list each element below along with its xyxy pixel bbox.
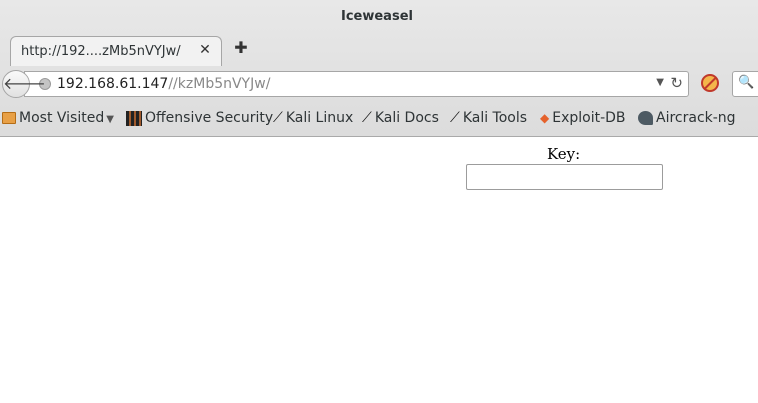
bookmark-label: Aircrack-ng: [656, 110, 736, 126]
noscript-icon[interactable]: [701, 74, 719, 92]
url-bar[interactable]: 192.168.61.147//kzMb5nVYJw/ ▼ ↻: [24, 71, 689, 97]
close-icon[interactable]: ✕: [197, 42, 213, 58]
kali-dragon-icon: ⟋: [450, 110, 460, 126]
tab-active[interactable]: http://192....zMb5nVYJw/ ✕: [10, 36, 222, 66]
kali-dragon-icon: ⟋: [362, 110, 372, 126]
back-arrow-icon: 🡐: [3, 74, 46, 93]
chevron-down-icon: ▼: [106, 114, 114, 125]
aircrack-icon: [638, 111, 653, 125]
key-label: Key:: [547, 145, 581, 163]
back-button[interactable]: 🡐: [2, 70, 46, 98]
bookmark-offensive-security[interactable]: Offensive Security: [126, 110, 273, 130]
offsec-icon: [126, 110, 142, 126]
window-title: Iceweasel: [341, 9, 413, 24]
search-box[interactable]: 🔍: [732, 71, 758, 97]
url-text: 192.168.61.147//kzMb5nVYJw/: [57, 76, 270, 92]
exploit-db-icon: ◆: [540, 111, 550, 125]
chevron-down-icon[interactable]: ▼: [656, 77, 664, 88]
bookmark-label: Most Visited: [19, 110, 105, 126]
title-bar: Iceweasel: [0, 0, 758, 34]
bookmark-label: Kali Tools: [462, 110, 528, 126]
bookmark-aircrack-ng[interactable]: Aircrack-ng: [638, 110, 736, 130]
kali-dragon-icon: ⟋: [273, 110, 283, 126]
bookmark-label: Kali Docs: [374, 110, 439, 126]
bookmark-kali-docs[interactable]: ⟋ Kali Docs: [362, 110, 439, 130]
bookmark-kali-linux[interactable]: ⟋ Kali Linux: [273, 110, 353, 130]
folder-icon: [2, 112, 16, 124]
page-content: Key:: [0, 137, 758, 403]
browser-chrome: Iceweasel http://192....zMb5nVYJw/ ✕ ✚ 1…: [0, 0, 758, 137]
tab-strip: http://192....zMb5nVYJw/ ✕ ✚: [0, 34, 758, 68]
bookmark-label: Offensive Security: [145, 110, 274, 126]
bookmark-kali-tools[interactable]: ⟋ Kali Tools: [450, 110, 527, 130]
reload-icon[interactable]: ↻: [670, 74, 683, 92]
bookmark-label: Kali Linux: [285, 110, 354, 126]
bookmarks-toolbar: Most Visited ▼ Offensive Security ⟋ Kali L…: [0, 105, 758, 135]
url-path: //kzMb5nVYJw/: [168, 76, 271, 92]
bookmark-label: Exploit-DB: [552, 110, 626, 126]
bookmark-exploit-db[interactable]: ◆ Exploit-DB: [540, 110, 626, 130]
new-tab-button[interactable]: ✚: [232, 39, 250, 57]
url-host: 192.168.61.147: [57, 76, 169, 92]
tab-label: http://192....zMb5nVYJw/: [21, 44, 181, 59]
search-icon: 🔍: [738, 75, 755, 90]
navigation-bar: 192.168.61.147//kzMb5nVYJw/ ▼ ↻ 🡐 🔍: [0, 68, 758, 100]
key-input[interactable]: [466, 164, 663, 190]
bookmark-most-visited[interactable]: Most Visited ▼: [2, 110, 114, 130]
